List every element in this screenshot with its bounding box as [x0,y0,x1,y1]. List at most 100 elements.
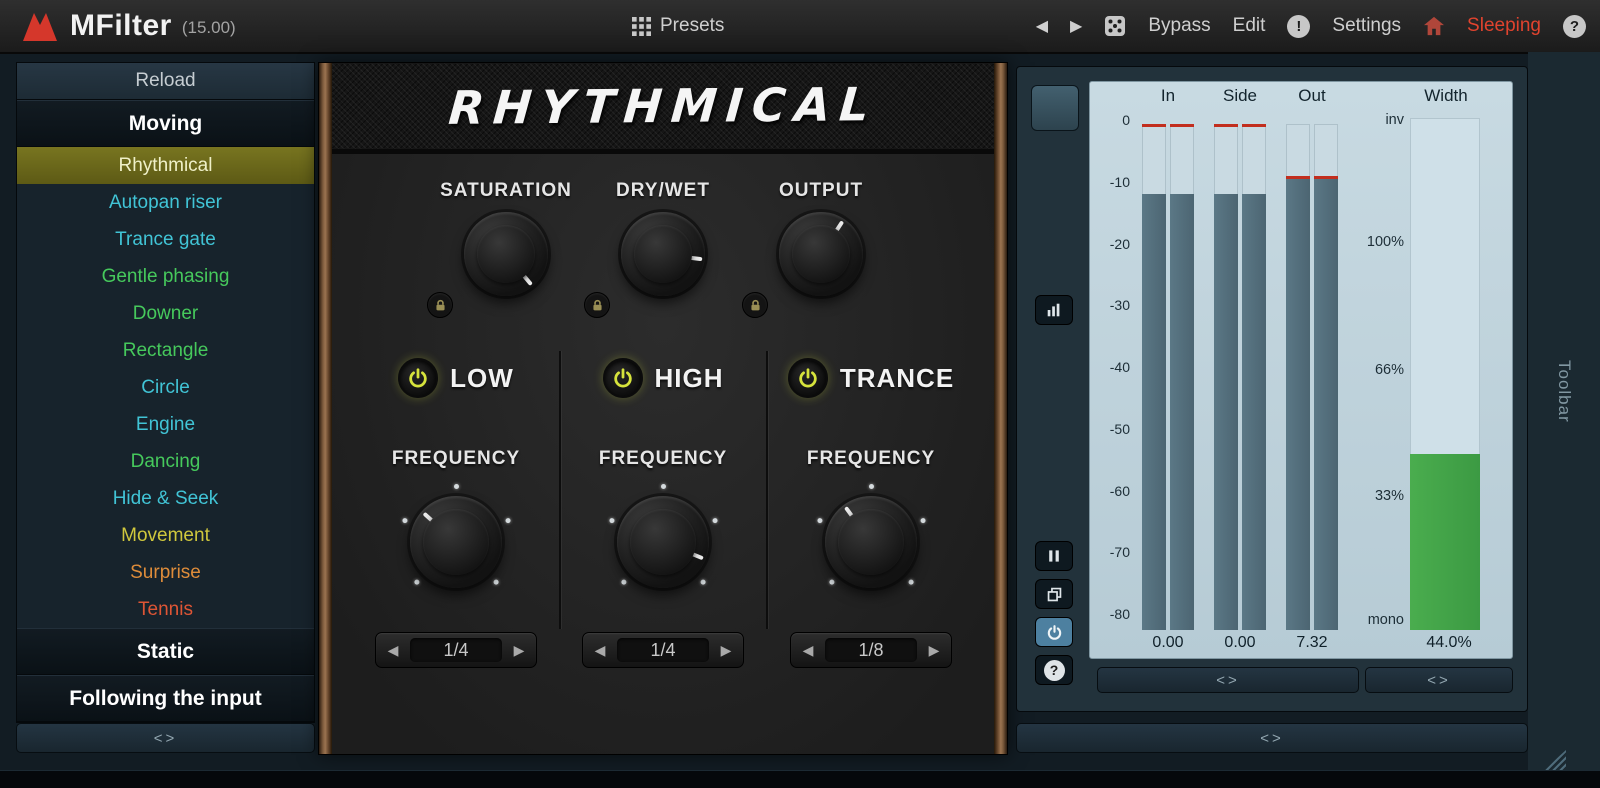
filter-column-high: HIGH FREQUENCY [563,358,763,668]
preset-item-circle[interactable]: Circle [17,369,314,406]
preset-item-rectangle[interactable]: Rectangle [17,332,314,369]
stepper-next-icon[interactable]: ▶ [709,642,743,659]
db-scale-label: -40 [1090,359,1130,375]
toolbar-label: Toolbar [1554,360,1574,423]
width-scale-label: inv [1342,112,1404,128]
sleeping-button[interactable]: Sleeping [1467,15,1541,37]
trance-frequency-knob[interactable] [825,496,917,588]
meter-panel: ? In Side Out Width 0 -10 -20 -30 -40 -5… [1016,66,1528,712]
reload-button[interactable]: Reload [17,63,314,100]
meter-mode-button[interactable] [1035,295,1073,325]
width-scrollbar[interactable]: <> [1365,667,1513,693]
knob-pointer [662,540,704,560]
sidebar-scrollbar[interactable]: <> [16,723,315,753]
home-button[interactable] [1423,16,1445,36]
meter-help-button[interactable]: ? [1035,655,1073,685]
lock-icon[interactable] [584,292,610,318]
db-scale-label: -30 [1090,297,1130,313]
meter-popup-button[interactable] [1035,579,1073,609]
stepper-prev-icon[interactable]: ◀ [791,642,825,659]
output-knob[interactable] [779,212,863,296]
collapsed-toolbar[interactable]: Toolbar [1528,52,1600,770]
meter-column-label-in: In [1161,86,1175,106]
power-icon [1046,624,1063,641]
low-power-button[interactable] [398,358,438,398]
help-button[interactable]: ? [1563,15,1586,38]
amp-body: SATURATION DRY/WET [332,154,994,754]
notifications-button[interactable]: ! [1287,15,1310,38]
bar-chart-icon [1045,301,1063,319]
db-scale-label: -80 [1090,606,1130,622]
preset-item-autopan-riser[interactable]: Autopan riser [17,184,314,221]
filter-column-trance: TRANCE FREQUENCY [771,358,971,668]
preset-item-hide-and-seek[interactable]: Hide & Seek [17,480,314,517]
meter-pause-button[interactable] [1035,541,1073,571]
preset-item-tennis[interactable]: Tennis [17,591,314,628]
presets-button[interactable]: Presets [632,15,724,37]
help-icon: ? [1044,660,1065,681]
meter-panel-bottom-scrollbar[interactable]: <> [1016,723,1528,753]
undo-button[interactable]: ◀ [1036,16,1048,36]
settings-label: Settings [1332,15,1401,37]
meter-vertical-scrollbar[interactable] [1031,85,1079,131]
wood-trim-left [319,63,332,754]
output-knob-group: OUTPUT [736,180,906,296]
band-row: TRANCE [788,358,954,398]
preset-item-movement[interactable]: Movement [17,517,314,554]
preset-item-gentle-phasing[interactable]: Gentle phasing [17,258,314,295]
preset-item-downer[interactable]: Downer [17,295,314,332]
power-icon [797,367,819,389]
band-row: LOW [398,358,514,398]
saturation-knob-group: SATURATION [421,180,591,296]
stepper-prev-icon[interactable]: ◀ [583,642,617,659]
edit-button[interactable]: Edit [1233,15,1266,37]
high-band-label: HIGH [655,363,724,394]
filter-column-low: LOW FREQUENCY [356,358,556,668]
preset-item-dancing[interactable]: Dancing [17,443,314,480]
power-icon [612,367,634,389]
drywet-label: DRY/WET [616,180,710,202]
settings-button[interactable]: Settings [1332,15,1401,37]
meter-power-button[interactable] [1035,617,1073,647]
db-scale-label: -70 [1090,544,1130,560]
stepper-value[interactable]: 1/4 [617,638,709,662]
presets-grid-icon [632,17,651,36]
preset-item-trance-gate[interactable]: Trance gate [17,221,314,258]
low-frequency-knob[interactable] [410,496,502,588]
high-frequency-knob[interactable] [617,496,709,588]
overlapping-windows-icon [1046,586,1063,603]
stepper-prev-icon[interactable]: ◀ [376,642,410,659]
saturation-label: SATURATION [440,180,572,202]
trance-band-label: TRANCE [840,363,954,394]
low-frequency-label: FREQUENCY [392,448,520,470]
stepper-value[interactable]: 1/4 [410,638,502,662]
trance-power-button[interactable] [788,358,828,398]
drywet-knob[interactable] [621,212,705,296]
padlock-icon [434,299,447,312]
stepper-next-icon[interactable]: ▶ [502,642,536,659]
grill-header: RHYTHMICAL [332,63,994,154]
section-header-moving[interactable]: Moving [17,100,314,147]
low-frequency-stepper[interactable]: ◀ 1/4 ▶ [375,632,537,668]
app-version: (15.00) [182,18,236,38]
bypass-button[interactable]: Bypass [1148,15,1210,37]
preset-item-surprise[interactable]: Surprise [17,554,314,591]
lock-icon[interactable] [427,292,453,318]
randomize-button[interactable] [1104,15,1126,37]
saturation-knob[interactable] [464,212,548,296]
preset-item-rhythmical[interactable]: Rhythmical [17,147,314,184]
section-header-following-the-input[interactable]: Following the input [17,675,314,722]
melda-logo-icon[interactable] [20,9,60,43]
trance-frequency-stepper[interactable]: ◀ 1/8 ▶ [790,632,952,668]
stepper-value[interactable]: 1/8 [825,638,917,662]
meters-scrollbar[interactable]: <> [1097,667,1359,693]
bypass-label: Bypass [1148,15,1210,37]
stepper-next-icon[interactable]: ▶ [917,642,951,659]
lock-icon[interactable] [742,292,768,318]
preset-item-engine[interactable]: Engine [17,406,314,443]
high-power-button[interactable] [603,358,643,398]
high-frequency-stepper[interactable]: ◀ 1/4 ▶ [582,632,744,668]
redo-button[interactable]: ▶ [1070,16,1082,36]
meter-column-label-side: Side [1223,86,1257,106]
section-header-static[interactable]: Static [17,628,314,675]
